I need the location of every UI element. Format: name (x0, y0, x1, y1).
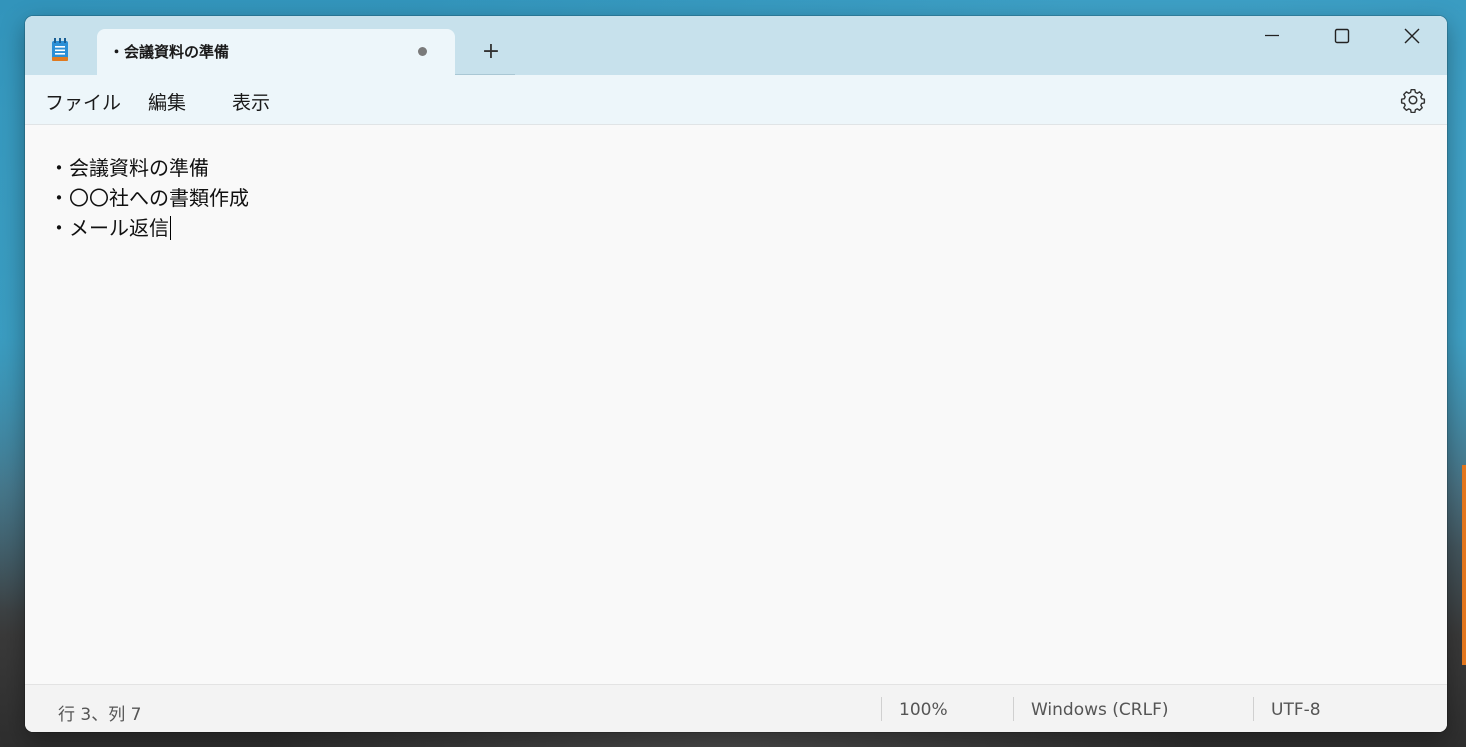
desktop-background-accent (1462, 465, 1466, 665)
editor-line-with-caret: ・メール返信 (49, 212, 171, 241)
line-ending[interactable]: Windows (CRLF) (1031, 700, 1169, 720)
gear-icon (1400, 89, 1426, 114)
notepad-icon (51, 38, 69, 62)
zoom-level[interactable]: 100% (899, 700, 948, 720)
status-divider (1253, 697, 1254, 721)
menu-file[interactable]: ファイル (45, 88, 121, 115)
menu-view[interactable]: 表示 (232, 88, 270, 115)
settings-button[interactable] (1400, 87, 1426, 114)
menu-edit[interactable]: 編集 (148, 88, 186, 115)
minimize-button[interactable] (1237, 16, 1307, 56)
close-button[interactable] (1377, 16, 1447, 56)
menu-bar: ファイル 編集 表示 (25, 75, 1447, 125)
cursor-position: 行 3、列 7 (58, 705, 142, 725)
unsaved-dot-icon[interactable] (418, 47, 427, 56)
maximize-icon (1334, 28, 1350, 44)
status-divider (1013, 697, 1014, 721)
status-bar: 行 3、列 7 100% Windows (CRLF) UTF-8 (25, 684, 1447, 732)
tab-title: ・会議資料の準備 (109, 43, 230, 61)
encoding[interactable]: UTF-8 (1271, 700, 1321, 720)
editor-line-text: ・メール返信 (49, 216, 169, 240)
notepad-window: ・会議資料の準備 + ファイル 編集 表示 ・会議資料の準備 ・〇〇社への書類作… (25, 16, 1447, 732)
close-icon (1404, 28, 1420, 44)
title-bar[interactable]: ・会議資料の準備 + (25, 16, 1447, 75)
status-divider (881, 697, 882, 721)
new-tab-button[interactable]: + (471, 36, 511, 68)
editor-line: ・〇〇社への書類作成 (49, 186, 249, 210)
maximize-button[interactable] (1307, 16, 1377, 56)
tab-document[interactable]: ・会議資料の準備 (97, 29, 455, 75)
text-caret (170, 216, 171, 240)
editor-line: ・会議資料の準備 (49, 156, 209, 180)
minimize-icon (1265, 34, 1279, 37)
text-editor[interactable]: ・会議資料の準備 ・〇〇社への書類作成 ・メール返信 (25, 125, 1447, 684)
